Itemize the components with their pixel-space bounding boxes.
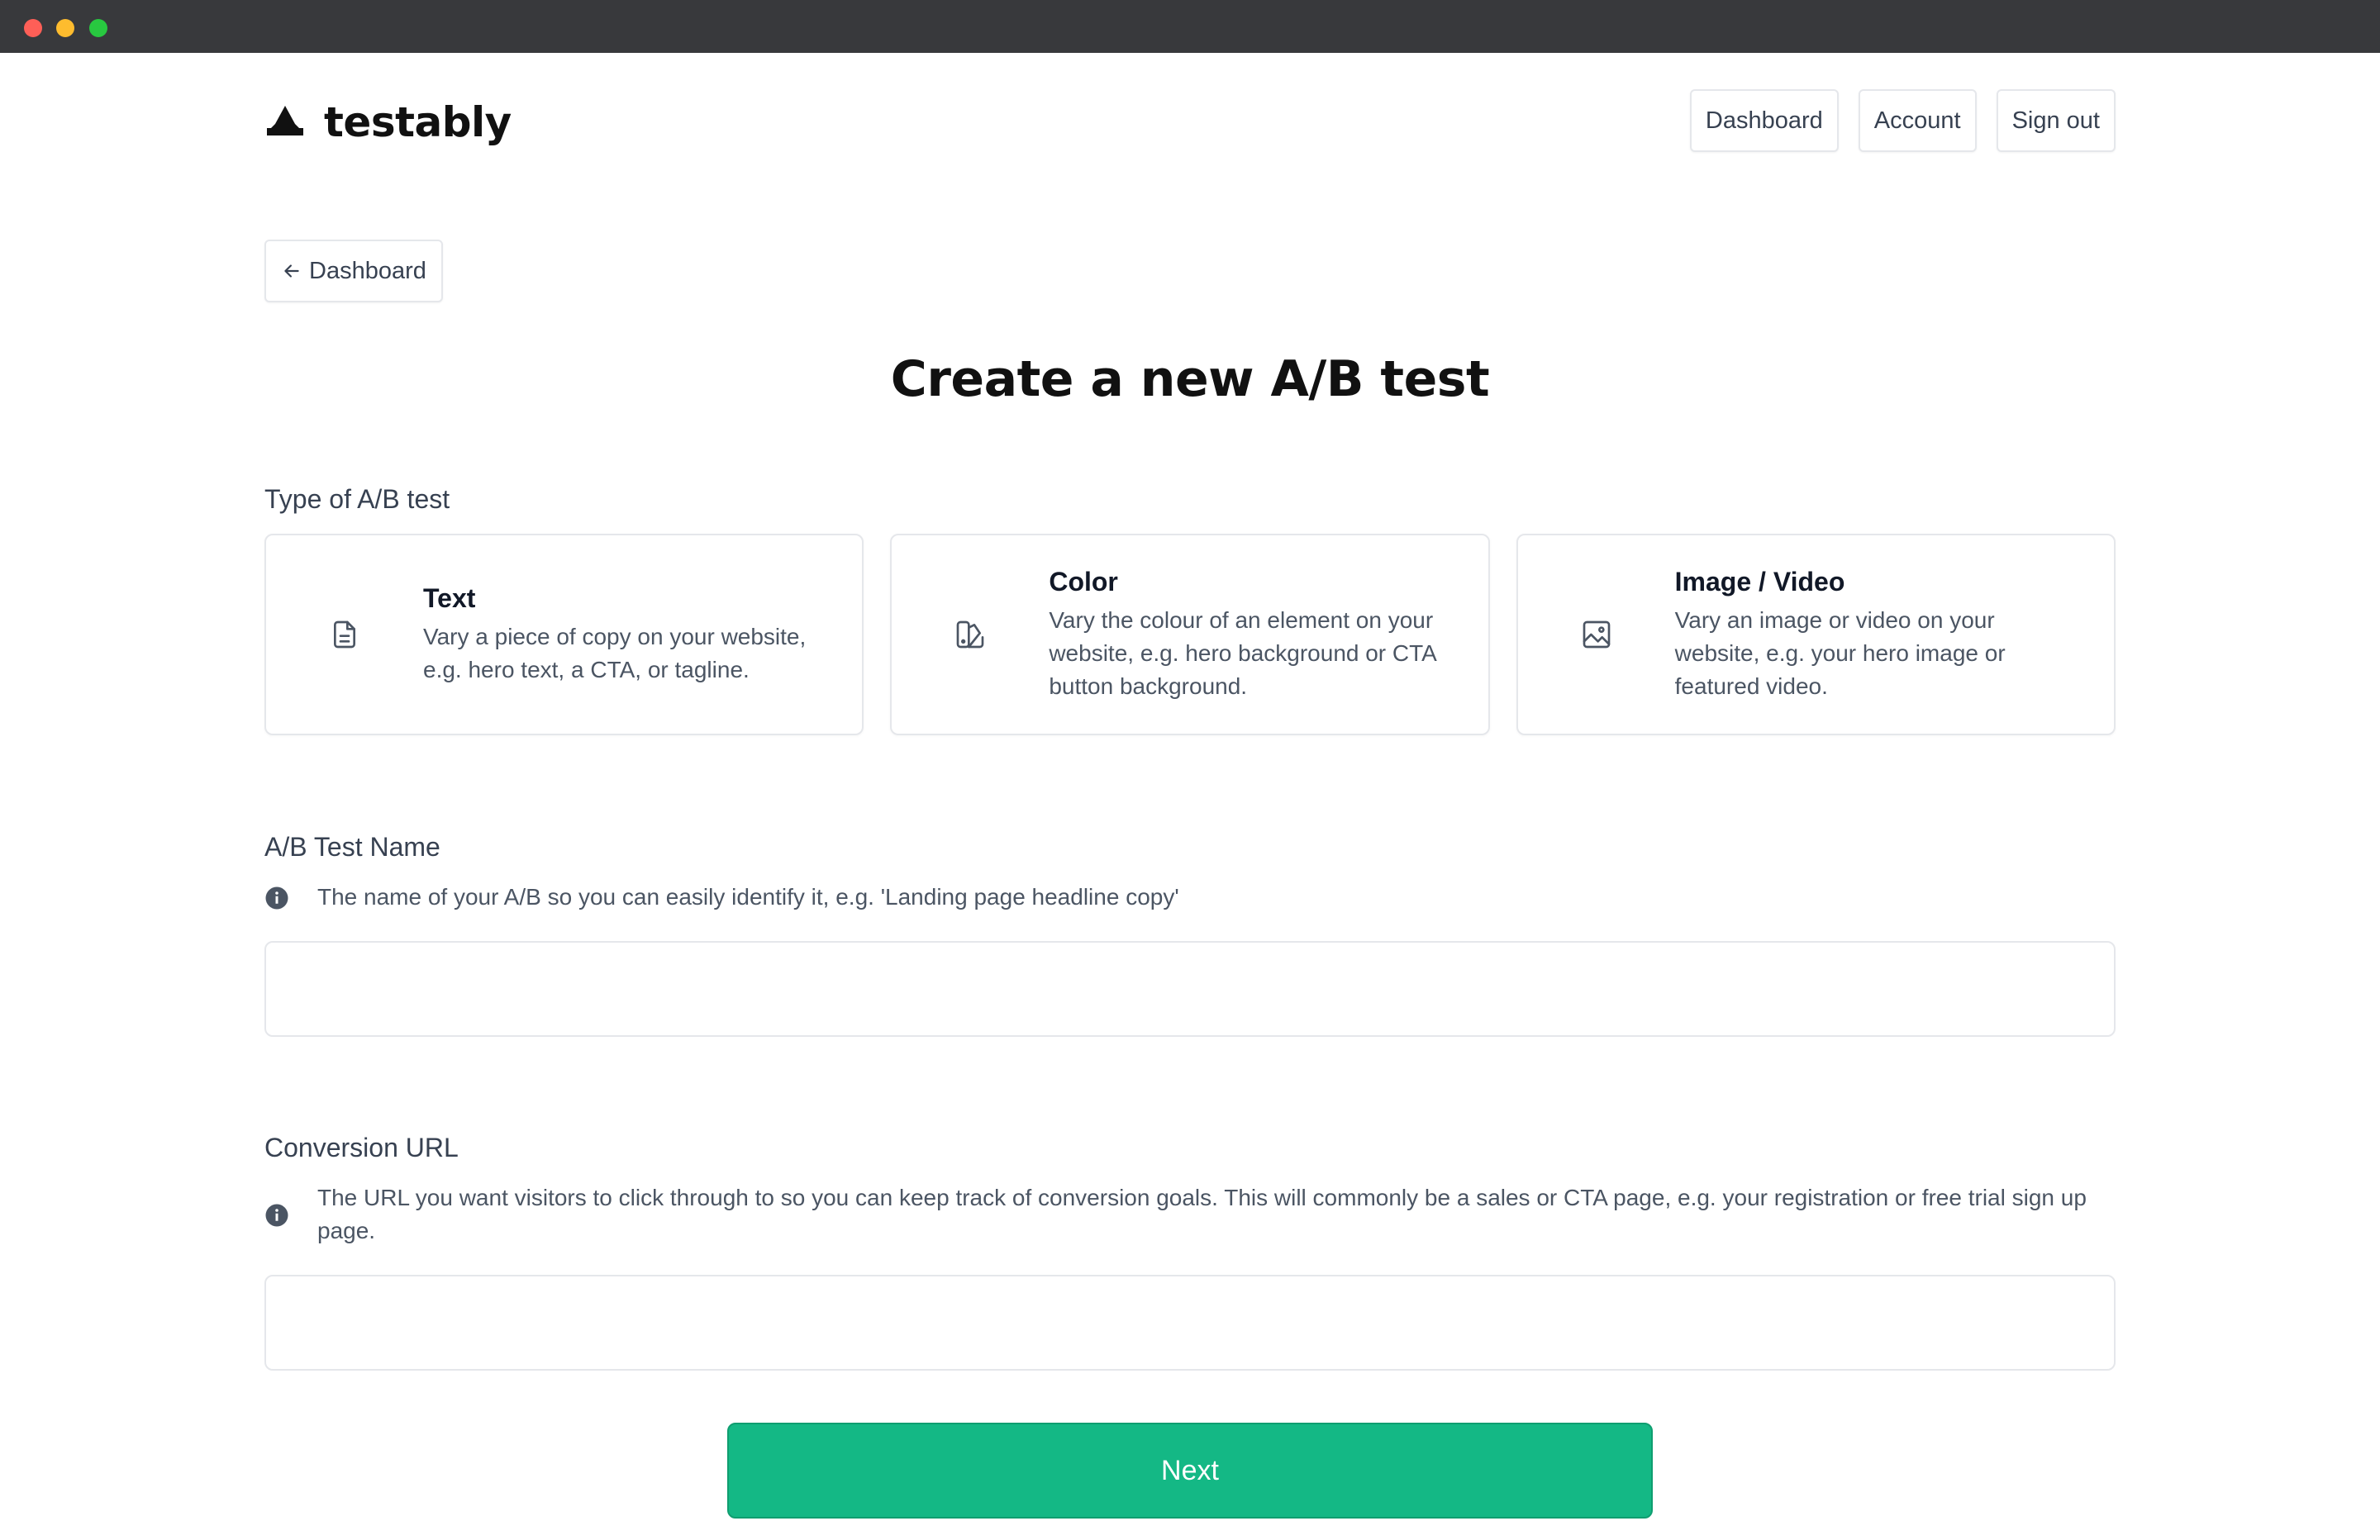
card-description: Vary an image or video on your website, … xyxy=(1674,606,2006,699)
conversion-url-label: Conversion URL xyxy=(264,1133,459,1162)
info-icon xyxy=(265,1204,288,1227)
back-to-dashboard-button[interactable]: Dashboard xyxy=(264,240,443,302)
window-minimize-button[interactable] xyxy=(56,19,74,37)
card-description: Vary a piece of copy on your website, e.… xyxy=(423,623,807,682)
card-title: Color xyxy=(1049,566,1118,597)
nav-dashboard-button[interactable]: Dashboard xyxy=(1689,89,1839,152)
swatch-icon xyxy=(956,620,984,649)
arrow-left-icon xyxy=(284,264,299,278)
card-title: Text xyxy=(423,582,476,613)
test-name-label: A/B Test Name xyxy=(264,832,440,862)
test-type-options: Text Vary a piece of copy on your websit… xyxy=(264,534,2116,735)
test-type-image-video-card[interactable]: Image / Video Vary an image or video on … xyxy=(1516,534,2116,735)
conversion-url-help-text: The URL you want visitors to click throu… xyxy=(317,1185,2087,1243)
image-icon xyxy=(1583,620,1610,649)
page-title: Create a new A/B test xyxy=(890,350,1490,408)
back-button-label: Dashboard xyxy=(309,257,426,284)
window-close-button[interactable] xyxy=(24,19,42,37)
test-name-input[interactable] xyxy=(264,941,2116,1037)
document-icon xyxy=(334,620,355,649)
conversion-url-input[interactable] xyxy=(264,1275,2116,1371)
test-type-color-card[interactable]: Color Vary the colour of an element on y… xyxy=(890,534,1490,735)
test-name-help: The name of your A/B so you can easily i… xyxy=(264,881,2116,914)
info-icon xyxy=(265,886,288,910)
window-titlebar xyxy=(0,0,2380,53)
top-navigation: Dashboard Account Sign out xyxy=(1689,89,2116,152)
next-button[interactable]: Next xyxy=(727,1423,1653,1519)
window-maximize-button[interactable] xyxy=(89,19,107,37)
brand-name: testably xyxy=(324,98,512,146)
test-name-help-text: The name of your A/B so you can easily i… xyxy=(317,884,1179,910)
card-title: Image / Video xyxy=(1674,566,1845,597)
test-type-label: Type of A/B test xyxy=(264,484,450,514)
conversion-url-help: The URL you want visitors to click throu… xyxy=(264,1181,2116,1248)
test-type-text-card[interactable]: Text Vary a piece of copy on your websit… xyxy=(264,534,864,735)
brand-logo[interactable]: testably xyxy=(264,93,512,152)
nav-account-button[interactable]: Account xyxy=(1858,89,1977,152)
nav-sign-out-button[interactable]: Sign out xyxy=(1996,89,2116,152)
triangle-logo-icon xyxy=(267,106,303,135)
card-description: Vary the colour of an element on your we… xyxy=(1049,606,1436,699)
